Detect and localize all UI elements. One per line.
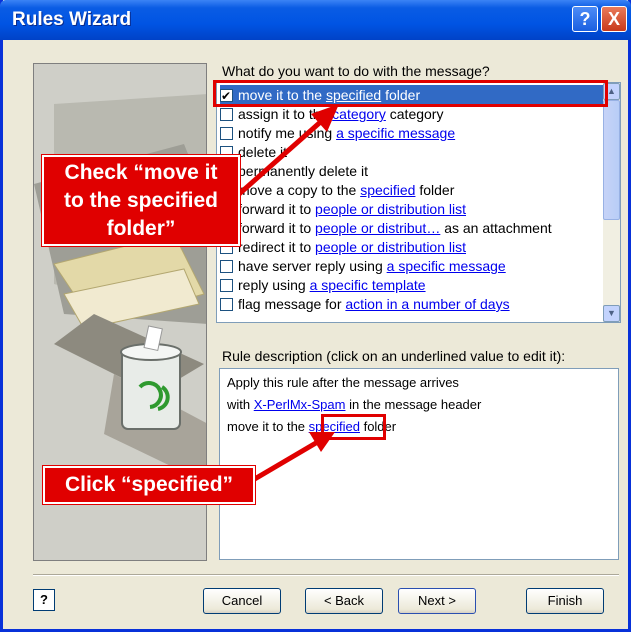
action-row[interactable]: assign it to the category category [220,104,605,124]
highlight-specified-link [321,414,386,440]
finish-button[interactable]: Finish [526,588,604,614]
back-button[interactable]: < Back [305,588,383,614]
button-separator [33,574,619,576]
action-question-label: What do you want to do with the message? [222,63,490,79]
header-value-link[interactable]: X-PerlMx-Spam [254,397,346,412]
action-checkbox[interactable] [220,127,233,140]
rule-description-box: Apply this rule after the message arrive… [219,368,619,560]
window-title: Rules Wizard [12,9,132,30]
rules-wizard-dialog: Rules Wizard ? X What do you want to do … [0,0,631,632]
title-bar[interactable]: Rules Wizard ? X [0,0,631,40]
people-list-link[interactable]: people or distribut… [315,220,440,236]
action-checkbox[interactable] [220,279,233,292]
action-row[interactable]: forward it to people or distribut… as an… [220,218,605,238]
specific-template-link[interactable]: a specific template [310,277,426,293]
scroll-thumb[interactable] [603,100,620,220]
help-button[interactable]: ? [33,589,55,611]
scroll-down-icon[interactable]: ▼ [603,305,620,322]
cancel-button[interactable]: Cancel [203,588,281,614]
action-checkbox[interactable] [220,260,233,273]
action-row[interactable]: redirect it to people or distribution li… [220,237,605,257]
specific-message-link[interactable]: a specific message [387,258,506,274]
next-button[interactable]: Next > [398,588,476,614]
people-list-link[interactable]: people or distribution list [315,201,466,217]
close-button[interactable]: X [601,6,627,32]
action-row[interactable]: move a copy to the specified folder [220,180,605,200]
description-line: Apply this rule after the message arrive… [227,375,459,390]
highlight-move-to-folder [213,80,608,107]
action-checkbox[interactable] [220,108,233,121]
description-line: with X-PerlMx-Spam in the message header [227,397,482,412]
category-link[interactable]: category [332,106,386,122]
rule-description-label: Rule description (click on an underlined… [222,348,566,364]
callout-click-specified: Click “specified” [43,466,255,504]
action-row[interactable]: flag message for action in a number of d… [220,294,605,314]
specified-link[interactable]: specified [360,182,415,198]
action-checkbox[interactable] [220,298,233,311]
action-days-link[interactable]: action in a number of days [345,296,509,312]
actions-scrollbar[interactable]: ▲ ▼ [603,83,620,322]
help-title-button[interactable]: ? [572,6,598,32]
action-row[interactable]: notify me using a specific message [220,123,605,143]
callout-check-move: Check “move it to the specified folder” [42,155,240,246]
actions-listbox[interactable]: move it to the specified folder assign i… [216,82,621,323]
action-row[interactable]: forward it to people or distribution lis… [220,199,605,219]
action-row[interactable]: permanently delete it [220,161,605,181]
action-row[interactable]: reply using a specific template [220,275,605,295]
action-row[interactable]: have server reply using a specific messa… [220,256,605,276]
action-row[interactable]: delete it [220,142,605,162]
specific-message-link[interactable]: a specific message [336,125,455,141]
people-list-link[interactable]: people or distribution list [315,239,466,255]
